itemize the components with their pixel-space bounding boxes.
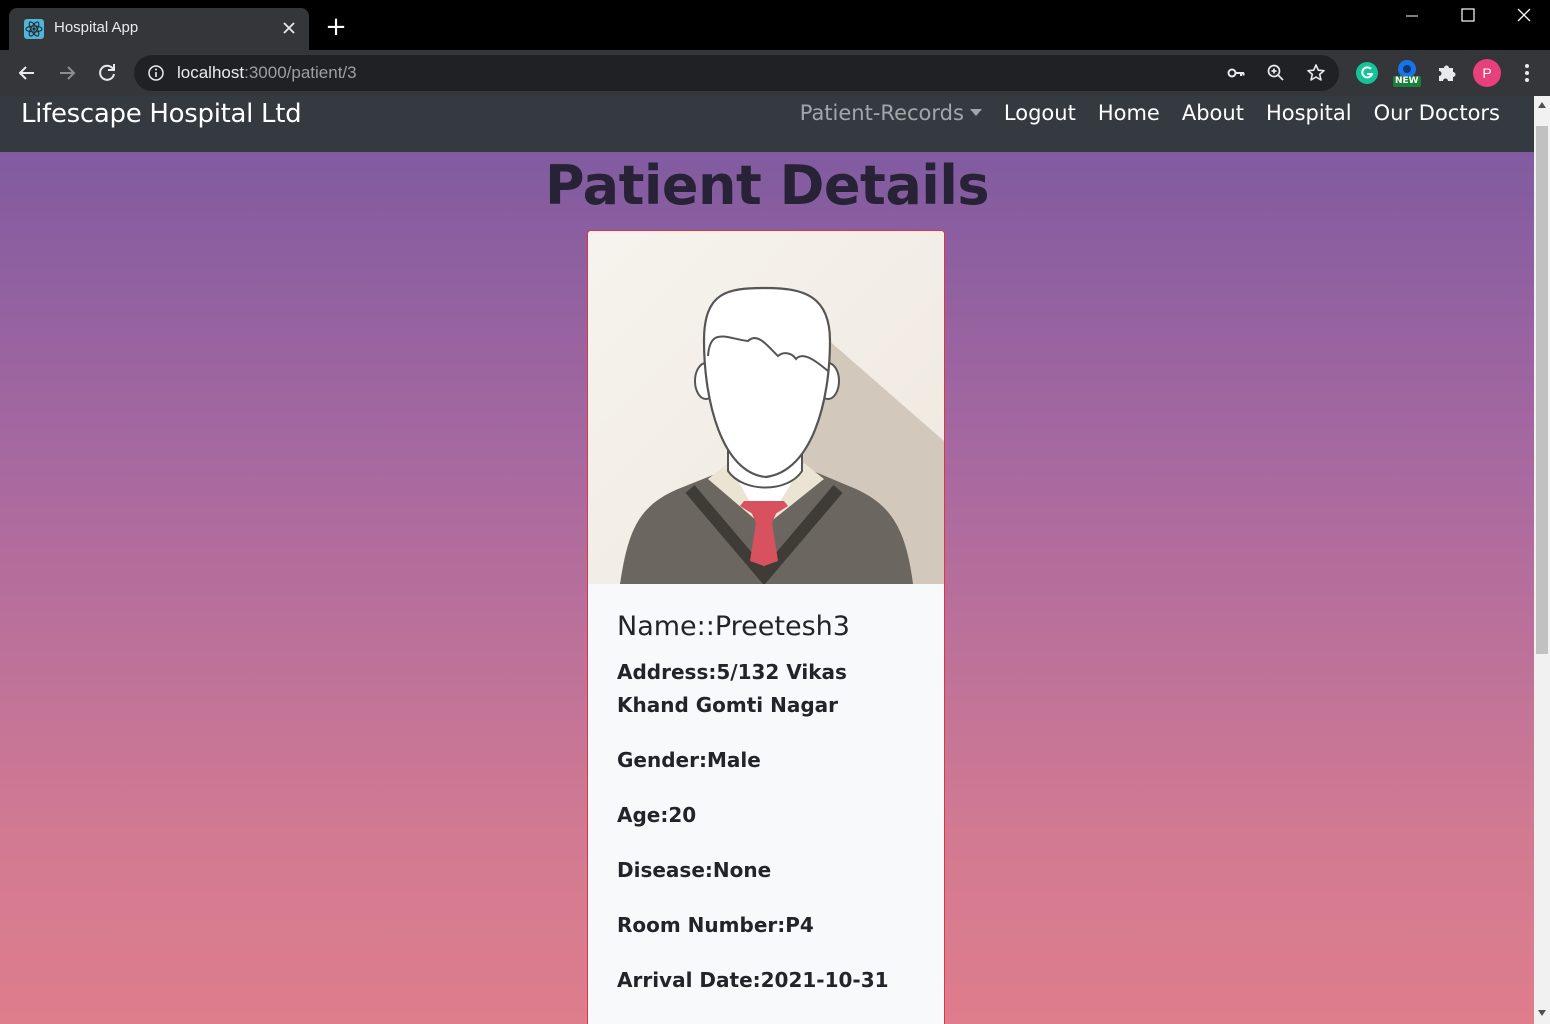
patient-room-number: Room Number:P4 [617,913,814,937]
address-bar[interactable]: localhost:3000/patient/3 [134,55,1339,91]
patient-address: Address:5/132 Vikas Khand Gomti Nagar [617,660,847,717]
url-text[interactable]: localhost:3000/patient/3 [177,63,357,83]
kebab-menu-icon[interactable] [1514,60,1540,86]
new-tab-button[interactable]: + [322,14,350,42]
url-path: :3000/patient/3 [244,63,357,82]
star-icon[interactable] [1306,63,1326,83]
nav-home[interactable]: Home [1098,101,1160,125]
grammarly-icon[interactable] [1354,60,1380,86]
nav-logout[interactable]: Logout [1004,101,1076,125]
nav-hospital[interactable]: Hospital [1266,101,1352,125]
zoom-icon[interactable] [1266,63,1286,83]
page-scrollbar[interactable] [1534,96,1550,1024]
patient-gender: Gender:Male [617,748,761,772]
nav-patient-records-label: Patient-Records [799,101,964,125]
scroll-up-arrow-icon[interactable] [1538,102,1546,108]
window-close-icon[interactable] [1496,0,1550,34]
caret-down-icon [969,109,982,116]
react-favicon-icon [24,19,44,39]
tab-title: Hospital App [54,19,139,36]
browser-toolbar: localhost:3000/patient/3 NEW P [0,50,1550,96]
patient-card: Name::Preetesh3 Address:5/132 Vikas Khan… [587,230,945,1024]
info-icon[interactable] [147,64,165,82]
nav-our-doctors[interactable]: Our Doctors [1374,101,1500,125]
scrollbar-thumb[interactable] [1536,126,1548,654]
extension-new-badge: NEW [1395,76,1419,86]
patient-disease: Disease:None [617,858,772,882]
back-arrow-icon[interactable] [13,59,41,87]
url-host: localhost [177,63,245,82]
browser-tab-strip: Hospital App + [0,0,1550,50]
profile-avatar[interactable]: P [1473,59,1501,87]
key-icon[interactable] [1226,63,1246,83]
minimize-icon[interactable] [1384,0,1440,34]
forward-arrow-icon[interactable] [53,59,81,87]
patient-avatar-image [588,231,944,584]
site-navbar: Lifescape Hospital Ltd Patient-Records L… [0,96,1534,152]
patient-name: Name::Preetesh3 [617,611,850,642]
close-icon[interactable] [279,18,299,38]
page-content: Lifescape Hospital Ltd Patient-Records L… [0,96,1534,1024]
browser-tab[interactable]: Hospital App [9,8,309,50]
reload-icon[interactable] [93,59,121,87]
patient-card-body: Name::Preetesh3 Address:5/132 Vikas Khan… [617,611,917,1019]
patient-arrival-date: Arrival Date:2021-10-31 [617,968,889,992]
nav-about[interactable]: About [1182,101,1244,125]
patient-age: Age:20 [617,803,697,827]
brand-link[interactable]: Lifescape Hospital Ltd [21,99,302,129]
nav-patient-records-dropdown[interactable]: Patient-Records [800,101,982,125]
nav-links: Patient-Records Logout Home About Hospit… [800,101,1500,125]
extension-new-icon[interactable]: NEW [1392,58,1422,88]
scroll-down-arrow-icon[interactable] [1538,1010,1546,1016]
maximize-icon[interactable] [1440,0,1496,34]
page-title: Patient Details [545,154,989,217]
puzzle-icon[interactable] [1434,60,1460,86]
